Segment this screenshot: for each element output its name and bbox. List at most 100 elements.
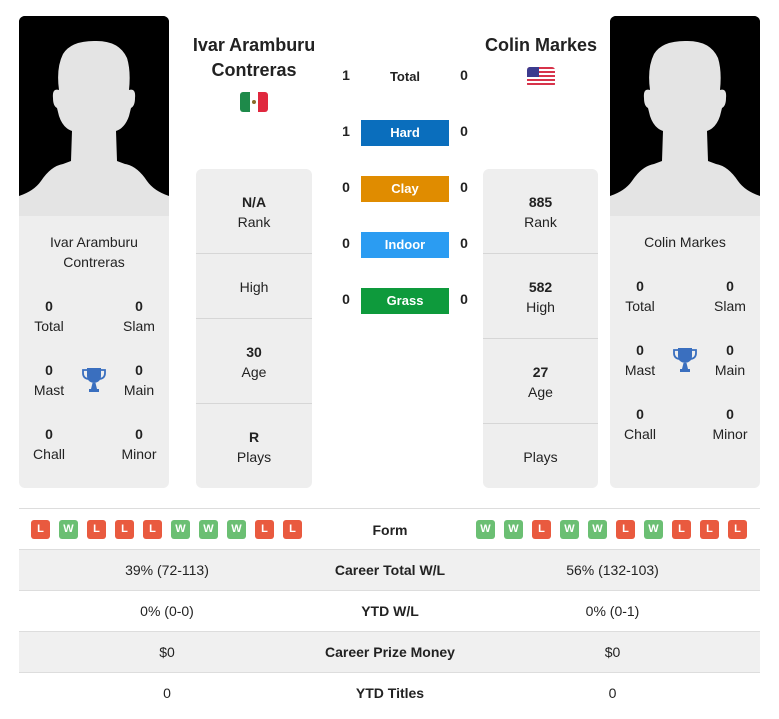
- divider: [483, 423, 598, 424]
- player1-rank: N/A Rank: [237, 194, 271, 230]
- form-win-badge[interactable]: W: [560, 520, 579, 539]
- row-label: YTD Titles: [355, 685, 425, 701]
- player2-card-name: Colin Markes: [610, 232, 760, 252]
- player2-age: 27 Age: [528, 364, 553, 400]
- player-silhouette-icon: [19, 16, 169, 216]
- player1-plays: R Plays: [236, 429, 272, 465]
- form-loss-badge[interactable]: L: [672, 520, 691, 539]
- player1-titles-chall: 0 Chall: [33, 426, 65, 462]
- h2h-total-p2: 0: [460, 67, 468, 83]
- form-win-badge[interactable]: W: [171, 520, 190, 539]
- h2h-total-p1: 1: [342, 67, 350, 83]
- form-win-badge[interactable]: W: [227, 520, 246, 539]
- player1-name-line1: Ivar Aramburu: [192, 35, 316, 55]
- player2-value: 56% (132-103): [566, 562, 659, 578]
- surface-grass-button[interactable]: Grass: [361, 288, 449, 314]
- player1-card-name-line1: Ivar Aramburu: [50, 234, 138, 250]
- h2h-hard-p2: 0: [460, 123, 468, 139]
- table-row-career-prize-money: $0 Career Prize Money $0: [19, 632, 760, 673]
- row-label: Career Total W/L: [334, 562, 446, 578]
- player1-titles-total: 0 Total: [34, 298, 64, 334]
- player1-age: 30 Age: [241, 344, 267, 380]
- player1-name-line2: Contreras: [211, 60, 297, 80]
- player2-titles-minor: 0 Minor: [712, 406, 748, 442]
- player2-titles-mast: 0 Mast: [624, 342, 656, 378]
- h2h-clay-p2: 0: [460, 179, 468, 195]
- player2-name-line: Colin Markes: [484, 35, 598, 55]
- form-loss-badge[interactable]: L: [700, 520, 719, 539]
- divider: [19, 508, 760, 509]
- player1-photo: [19, 16, 169, 216]
- player1-card: Ivar Aramburu Contreras 0 Total 0 Slam 0 Ma…: [19, 216, 169, 488]
- player1-card-name-line2: Contreras: [63, 254, 125, 270]
- form-win-badge[interactable]: W: [199, 520, 218, 539]
- player2-plays: Plays: [523, 449, 558, 465]
- table-row-ytd-titles: 0 YTD Titles 0: [19, 673, 760, 714]
- form-loss-badge[interactable]: L: [616, 520, 635, 539]
- trophy-icon: [673, 348, 697, 372]
- divider: [196, 253, 312, 254]
- mexico-flag-icon: [240, 92, 268, 112]
- player1-titles-minor: 0 Minor: [121, 426, 157, 462]
- player1-card-name: Ivar Aramburu Contreras: [19, 232, 169, 272]
- player2-titles-slam: 0 Slam: [714, 278, 746, 314]
- row-label: Career Prize Money: [325, 644, 455, 660]
- player2-titles-main: 0 Main: [714, 342, 746, 378]
- player2-rank: 885 Rank: [524, 194, 557, 230]
- player1-titles-main: 0 Main: [123, 362, 155, 398]
- table-row-ytd-wl: 0% (0-0) YTD W/L 0% (0-1): [19, 591, 760, 632]
- form-loss-badge[interactable]: L: [283, 520, 302, 539]
- form-win-badge[interactable]: W: [504, 520, 523, 539]
- player1-value: 0% (0-0): [140, 603, 194, 619]
- player2-titles-chall: 0 Chall: [624, 406, 656, 442]
- player1-value: 39% (72-113): [125, 562, 209, 578]
- player1-value: 0: [163, 685, 171, 701]
- divider: [196, 318, 312, 319]
- player1-titles-slam: 0 Slam: [123, 298, 155, 334]
- player1-high: High: [239, 279, 269, 295]
- h2h-clay-p1: 0: [342, 179, 350, 195]
- usa-flag-icon: [527, 67, 555, 87]
- surface-hard-button[interactable]: Hard: [361, 120, 449, 146]
- player2-value: $0: [604, 644, 621, 660]
- surface-clay-button[interactable]: Clay: [361, 176, 449, 202]
- h2h-indoor-p2: 0: [460, 235, 468, 251]
- player2-stats-box: 885 Rank 582 High 27 Age Plays: [483, 169, 598, 488]
- player2-value: 0: [608, 685, 617, 701]
- trophy-icon: [82, 368, 106, 392]
- h2h-indoor-p1: 0: [342, 235, 350, 251]
- player1-stats-box: N/A Rank High 30 Age R Plays: [196, 169, 312, 488]
- player2-photo: [610, 16, 760, 216]
- player2-name-heading[interactable]: Colin Markes: [470, 33, 612, 58]
- h2h-hard-p1: 1: [342, 123, 350, 139]
- table-row-career-total-wl: 39% (72-113) Career Total W/L 56% (132-1…: [19, 550, 760, 591]
- form-loss-badge[interactable]: L: [255, 520, 274, 539]
- player1-titles-mast: 0 Mast: [33, 362, 65, 398]
- player1-name-heading[interactable]: Ivar Aramburu Contreras: [176, 33, 332, 83]
- divider: [196, 403, 312, 404]
- player2-titles-total: 0 Total: [625, 278, 655, 314]
- form-loss-badge[interactable]: L: [87, 520, 106, 539]
- form-win-badge[interactable]: W: [644, 520, 663, 539]
- h2h-total-label: Total: [389, 69, 421, 84]
- form-loss-badge[interactable]: L: [728, 520, 747, 539]
- form-loss-badge[interactable]: L: [31, 520, 50, 539]
- form-win-badge[interactable]: W: [59, 520, 78, 539]
- form-win-badge[interactable]: W: [588, 520, 607, 539]
- form-win-badge[interactable]: W: [476, 520, 495, 539]
- form-loss-badge[interactable]: L: [143, 520, 162, 539]
- h2h-grass-p1: 0: [342, 291, 350, 307]
- form-loss-badge[interactable]: L: [115, 520, 134, 539]
- h2h-grass-p2: 0: [460, 291, 468, 307]
- form-loss-badge[interactable]: L: [532, 520, 551, 539]
- player2-card-name-line: Colin Markes: [644, 234, 726, 250]
- form-label: Form: [372, 522, 408, 538]
- divider: [483, 253, 598, 254]
- surface-indoor-button[interactable]: Indoor: [361, 232, 449, 258]
- divider: [483, 338, 598, 339]
- row-label: YTD W/L: [361, 603, 419, 619]
- player1-value: $0: [159, 644, 175, 660]
- player2-high: 582 High: [526, 279, 555, 315]
- player2-value: 0% (0-1): [585, 603, 640, 619]
- player2-card: Colin Markes 0 Total 0 Slam 0 Mast 0 Main 0C…: [610, 216, 760, 488]
